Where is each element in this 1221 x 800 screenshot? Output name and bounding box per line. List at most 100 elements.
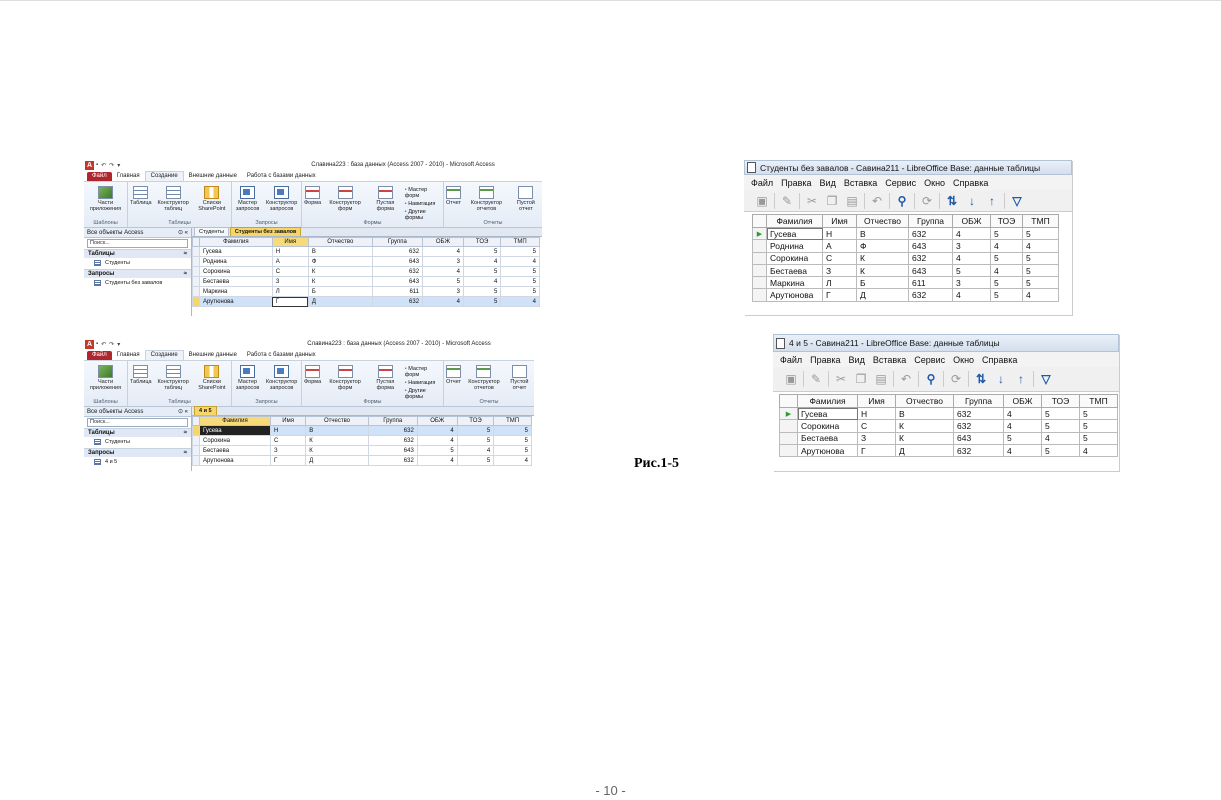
table-cell[interactable]: 4 [416,435,458,446]
table-cell[interactable]: Д [856,288,909,302]
table-cell[interactable]: К [305,445,369,456]
sharepoint-lists-button[interactable]: Списки SharePoint [195,365,229,391]
nav-collapse-icon[interactable]: ⊙ « [178,228,188,237]
row-selector[interactable] [752,263,767,278]
table-cell[interactable]: 5 [1079,406,1118,421]
table-cell[interactable]: Гусева [766,226,823,241]
table-cell[interactable]: 4 [500,256,540,267]
table-row[interactable]: Бестаева З К 643 5 4 5 [192,276,540,287]
table-cell[interactable]: 643 [371,256,424,267]
table-cell[interactable]: 3 [422,286,464,297]
table-cell[interactable]: 4 [1003,419,1042,433]
table-cell[interactable]: 643 [953,431,1004,445]
nav-search-input[interactable]: Поиск... [87,418,196,427]
row-selector[interactable] [192,435,200,446]
table-cell[interactable]: 5 [500,246,540,257]
current-record-arrow-icon[interactable]: ▶ [779,406,798,421]
table-cell[interactable]: 5 [500,266,540,277]
table-row[interactable]: Бестаева З К 643 5 4 5 [192,445,532,456]
form-wizard-button[interactable]: Мастер форм [405,187,441,199]
table-row[interactable]: ▶ Гусева Н В 632 4 5 5 [752,226,1059,241]
current-record-arrow-icon[interactable]: ▶ [752,226,767,241]
tab-database-tools[interactable]: Работа с базами данных [242,172,321,181]
query-wizard-button[interactable]: Мастер запросов [234,186,261,212]
column-header[interactable]: Имя [822,214,857,228]
edit-icon[interactable]: ✎ [779,193,795,209]
table-cell[interactable]: Маркина [199,286,273,297]
table-cell[interactable]: 5 [456,435,495,446]
query-design-button[interactable]: Конструктор запросов [264,365,299,391]
table-row[interactable]: Сорокина С К 632 4 5 5 [752,251,1059,265]
nav-header[interactable]: Все объекты Access ⊙ « [84,407,191,417]
row-selector[interactable] [192,296,200,307]
column-header[interactable]: ТОЭ [456,416,495,426]
column-header[interactable]: ТМП [1079,394,1118,408]
column-header[interactable]: Группа [371,237,424,247]
table-cell[interactable]: 4 [416,455,458,466]
table-cell[interactable]: З [270,445,307,456]
sharepoint-lists-button[interactable]: Списки SharePoint [195,186,229,212]
table-cell[interactable]: Л [271,286,309,297]
column-header[interactable]: ТМП [1022,214,1059,228]
table-cell[interactable]: 4 [422,266,464,277]
table-cell[interactable]: 4 [462,276,502,287]
doc-tab-query[interactable]: Студенты без завалов [229,227,302,236]
menu-help[interactable]: Справка [949,178,992,188]
table-cell[interactable]: 5 [1022,263,1059,278]
table-cell[interactable]: 5 [462,246,502,257]
sort-descending-icon[interactable]: ↑ [1013,371,1029,387]
table-cell[interactable]: К [305,435,369,446]
autofilter-icon[interactable]: ▽ [1038,371,1054,387]
table-cell[interactable]: Арутюнова [797,443,858,458]
table-cell[interactable]: Сорокина [198,435,272,446]
table-cell[interactable]: 4 [422,246,464,257]
menu-insert[interactable]: Вставка [869,355,910,365]
column-header[interactable]: ТМП [500,237,540,247]
form-button[interactable]: Форма [304,186,321,206]
table-cell[interactable]: 632 [371,296,424,307]
blank-form-button[interactable]: Пустая форма [369,186,402,212]
table-cell[interactable]: Сорокина [797,419,858,433]
column-header[interactable]: ТОЭ [1041,394,1080,408]
menu-view[interactable]: Вид [816,178,840,188]
row-selector[interactable] [192,425,200,436]
table-cell[interactable]: 5 [500,276,540,287]
menu-window[interactable]: Окно [949,355,978,365]
nav-item-students-table[interactable]: Студенты [84,258,191,268]
blank-report-button[interactable]: Пустой отчет [512,186,540,212]
table-cell[interactable]: С [271,266,309,277]
table-row[interactable]: Роднина А Ф 643 3 4 4 [752,239,1059,253]
table-cell[interactable]: 5 [990,288,1023,302]
save-icon[interactable]: ▣ [783,371,799,387]
nav-item-query[interactable]: Студенты без завалов [84,278,191,288]
row-selector[interactable] [752,288,767,302]
table-row[interactable]: Гусева Н В 632 4 5 5 [192,246,540,257]
table-cell[interactable]: 4 [990,239,1023,253]
table-cell[interactable]: 632 [908,288,953,302]
table-cell[interactable]: Н [822,226,857,241]
table-cell[interactable]: 4 [422,296,464,307]
sort-ascending-icon[interactable]: ↓ [964,193,980,209]
nav-section-tables[interactable]: Таблицы ≈ [84,249,191,258]
find-icon[interactable]: ⚲ [894,193,910,209]
table-cell[interactable]: В [307,246,373,257]
table-cell[interactable]: Б [307,286,373,297]
row-selector[interactable] [779,431,798,445]
copy-icon[interactable]: ❐ [824,193,840,209]
table-cell[interactable]: 5 [422,276,464,287]
column-header[interactable]: Фамилия [766,214,823,228]
table-cell[interactable]: 611 [371,286,424,297]
nav-section-queries[interactable]: Запросы ≈ [84,269,191,278]
table-cell[interactable]: 4 [952,251,991,265]
table-cell[interactable]: Гусева [198,425,272,436]
row-selector[interactable] [779,419,798,433]
table-cell[interactable]: Гусева [199,246,273,257]
column-header[interactable]: ОБЖ [422,237,464,247]
column-header[interactable]: Имя [857,394,896,408]
table-cell[interactable]: 4 [990,263,1023,278]
table-cell[interactable]: 4 [416,425,458,436]
table-cell[interactable]: 4 [952,288,991,302]
row-selector[interactable] [752,276,767,290]
menu-help[interactable]: Справка [978,355,1021,365]
table-cell[interactable]: 5 [1079,431,1118,445]
